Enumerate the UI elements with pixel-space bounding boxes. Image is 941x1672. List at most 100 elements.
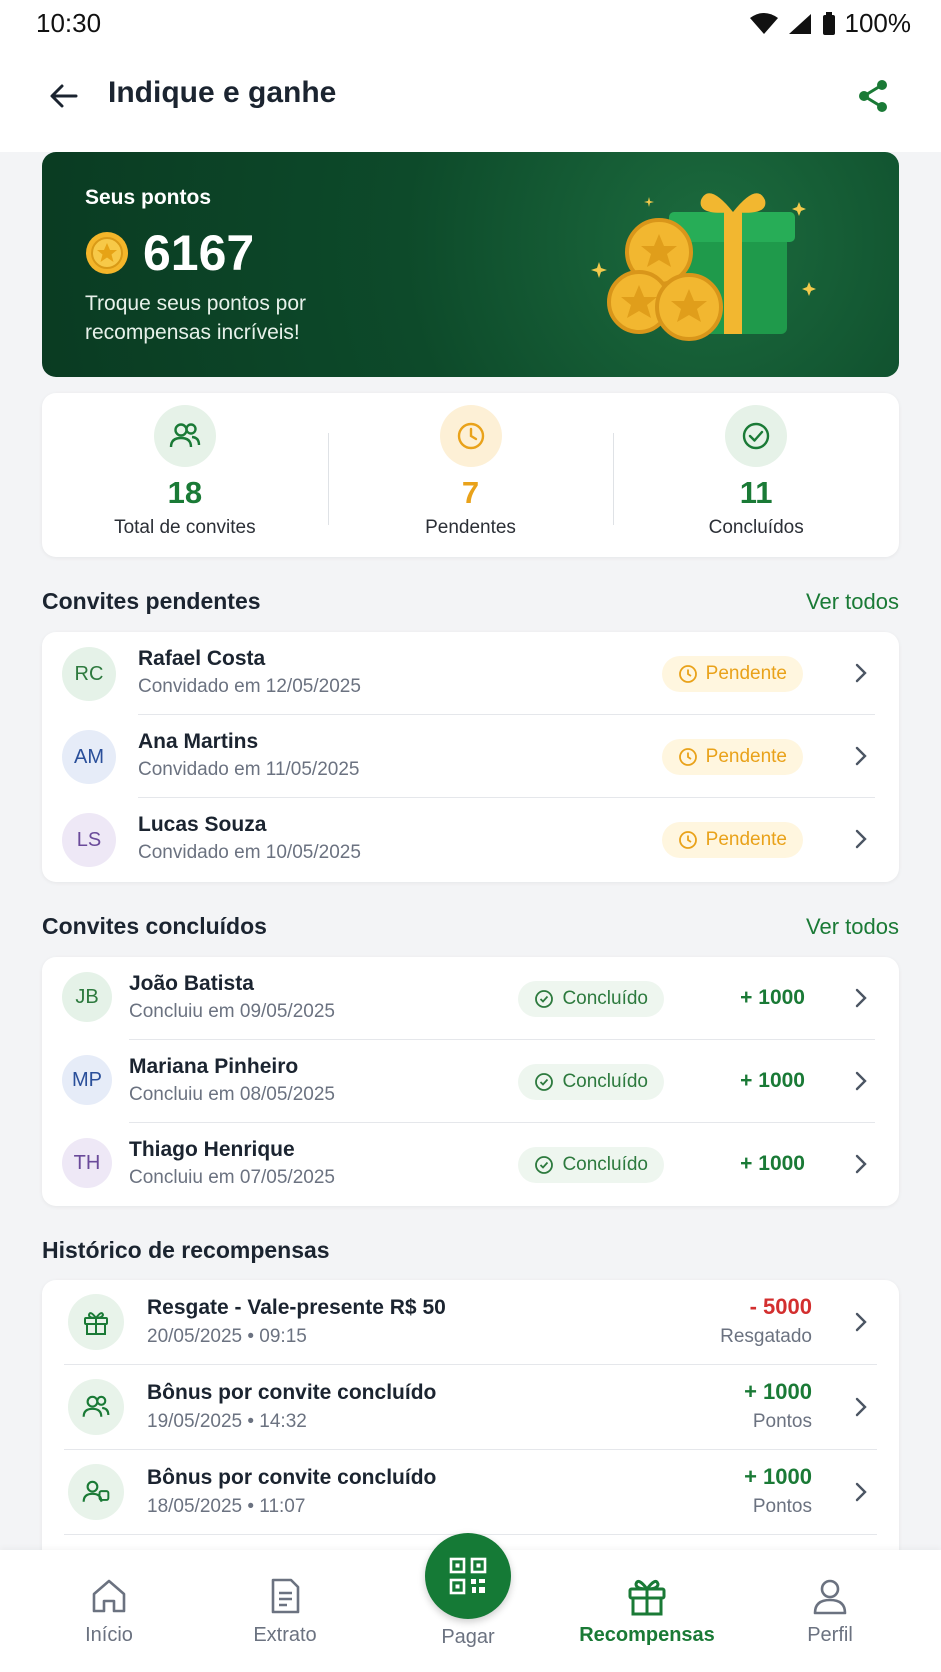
qr-code-icon <box>449 1557 487 1595</box>
history-amount: + 1000 <box>744 1379 812 1404</box>
list-item[interactable]: RC Rafael Costa Convidado em 12/05/2025 … <box>42 632 899 715</box>
nav-item-statement[interactable]: Extrato <box>215 1574 355 1647</box>
share-button[interactable] <box>849 72 897 120</box>
list-item[interactable]: JB João Batista Concluiu em 09/05/2025 C… <box>42 957 899 1040</box>
list-item[interactable]: Bônus por convite concluído 18/05/2025 •… <box>42 1450 899 1535</box>
back-button[interactable] <box>40 72 88 120</box>
history-title: Resgate - Vale-presente R$ 50 <box>147 1296 446 1319</box>
list-item[interactable]: MP Mariana Pinheiro Concluiu em 08/05/20… <box>42 1040 899 1123</box>
history-amount: - 5000 <box>749 1294 812 1319</box>
arrow-left-icon <box>50 84 78 108</box>
avatar: TH <box>62 1138 112 1188</box>
history-section-title: Histórico de recompensas <box>42 1237 330 1263</box>
check-circle-icon <box>535 1156 554 1174</box>
coin-icon <box>86 232 128 274</box>
history-amount: + 1000 <box>744 1464 812 1489</box>
chevron-right-icon <box>855 663 867 683</box>
list-item[interactable]: AM Ana Martins Convidado em 11/05/2025 P… <box>42 715 899 798</box>
history-kind: Resgatado <box>720 1326 812 1347</box>
stat-completed-caption: Concluídos <box>708 517 804 538</box>
person-icon <box>813 1579 847 1615</box>
invite-name: Rafael Costa <box>138 647 266 670</box>
completed-section-title: Convites concluídos <box>42 913 267 939</box>
gift-coins-illustration <box>591 193 816 341</box>
stat-completed: 11 Concluídos <box>613 393 899 557</box>
stat-completed-value: 11 <box>739 475 773 510</box>
history-date: 19/05/2025 • 14:32 <box>147 1411 307 1432</box>
status-badge: Concluído <box>518 1147 664 1183</box>
document-icon <box>271 1578 300 1614</box>
points-description: Troque seus pontos por recompensas incrí… <box>85 292 307 344</box>
list-item[interactable]: TH Thiago Henrique Concluiu em 07/05/202… <box>42 1123 899 1206</box>
status-time: 10:30 <box>36 8 102 38</box>
completed-see-all-link[interactable]: Ver todos <box>806 914 899 940</box>
status-badge: Pendente <box>661 822 803 858</box>
list-item[interactable]: Resgate - Vale-presente R$ 50 20/05/2025… <box>42 1280 899 1365</box>
list-item[interactable]: Bônus por convite concluído 19/05/2025 •… <box>42 1365 899 1450</box>
invite-name: Ana Martins <box>138 730 259 753</box>
status-badge: Concluído <box>518 981 664 1017</box>
stat-total-caption: Total de convites <box>114 517 256 538</box>
invite-date: Concluiu em 08/05/2025 <box>129 1084 335 1105</box>
nav-item-pay[interactable]: Pagar <box>398 1626 538 1649</box>
app-bar: Indique e ganhe <box>0 48 941 152</box>
invite-date: Convidado em 10/05/2025 <box>138 842 361 863</box>
home-icon <box>92 1579 126 1613</box>
history-date: 20/05/2025 • 09:15 <box>147 1326 307 1347</box>
history-title: Bônus por convite concluído <box>147 1381 437 1404</box>
status-badge: Concluído <box>518 1064 664 1100</box>
battery-icon <box>822 11 835 35</box>
users-icon <box>169 423 201 448</box>
status-badge: Pendente <box>661 656 803 692</box>
history-kind: Pontos <box>752 1496 812 1517</box>
invite-name: Mariana Pinheiro <box>129 1055 299 1078</box>
chevron-right-icon <box>855 829 867 849</box>
list-item[interactable]: LS Lucas Souza Convidado em 10/05/2025 P… <box>42 798 899 881</box>
invite-date: Concluiu em 09/05/2025 <box>129 1001 335 1022</box>
invite-date: Concluiu em 07/05/2025 <box>129 1167 335 1188</box>
pending-section-title: Convites pendentes <box>42 588 261 614</box>
check-circle-icon <box>535 1073 554 1091</box>
battery-percent: 100% <box>844 8 912 38</box>
rewards-history-list: Resgate - Vale-presente R$ 50 20/05/2025… <box>42 1280 899 1570</box>
points-label: Seus pontos <box>85 186 212 209</box>
pay-qr-button[interactable] <box>425 1533 511 1619</box>
invite-date: Convidado em 12/05/2025 <box>138 676 361 697</box>
wifi-icon <box>749 12 778 34</box>
check-circle-icon <box>535 990 554 1008</box>
invite-name: Lucas Souza <box>138 813 267 836</box>
stat-pending-value: 7 <box>461 475 480 510</box>
nav-item-home[interactable]: Início <box>39 1574 179 1647</box>
user-add-icon <box>82 1480 110 1502</box>
history-title: Bônus por convite concluído <box>147 1466 437 1489</box>
invite-name: João Batista <box>129 972 254 995</box>
stat-pending-caption: Pendentes <box>425 517 516 538</box>
pending-see-all-link[interactable]: Ver todos <box>806 589 899 615</box>
nav-item-rewards[interactable]: Recompensas <box>577 1574 717 1647</box>
clock-icon <box>678 665 697 683</box>
share-icon <box>859 80 887 112</box>
gift-icon <box>628 1579 666 1616</box>
points-card: Seus pontos 6167 Troque seus pontos por … <box>42 152 899 377</box>
chevron-right-icon <box>855 746 867 766</box>
clock-icon <box>678 831 697 849</box>
users-icon <box>82 1395 110 1417</box>
avatar: LS <box>62 813 116 867</box>
invite-name: Thiago Henrique <box>129 1138 295 1161</box>
chevron-right-icon <box>855 1071 867 1091</box>
gift-icon <box>84 1312 108 1335</box>
chevron-right-icon <box>855 988 867 1008</box>
history-kind: Pontos <box>752 1411 812 1432</box>
stat-pending: 7 Pendentes <box>327 393 614 557</box>
chevron-right-icon <box>855 1482 867 1502</box>
chevron-right-icon <box>855 1154 867 1174</box>
stat-total-value: 18 <box>167 475 203 510</box>
points-earned: + 1000 <box>740 986 805 1009</box>
pending-invites-list: RC Rafael Costa Convidado em 12/05/2025 … <box>42 632 899 882</box>
nav-item-profile[interactable]: Perfil <box>760 1574 900 1647</box>
status-badge: Pendente <box>661 739 803 775</box>
avatar: RC <box>62 647 116 701</box>
stat-total: 18 Total de convites <box>42 393 328 557</box>
chevron-right-icon <box>855 1397 867 1417</box>
signal-icon <box>788 13 811 34</box>
